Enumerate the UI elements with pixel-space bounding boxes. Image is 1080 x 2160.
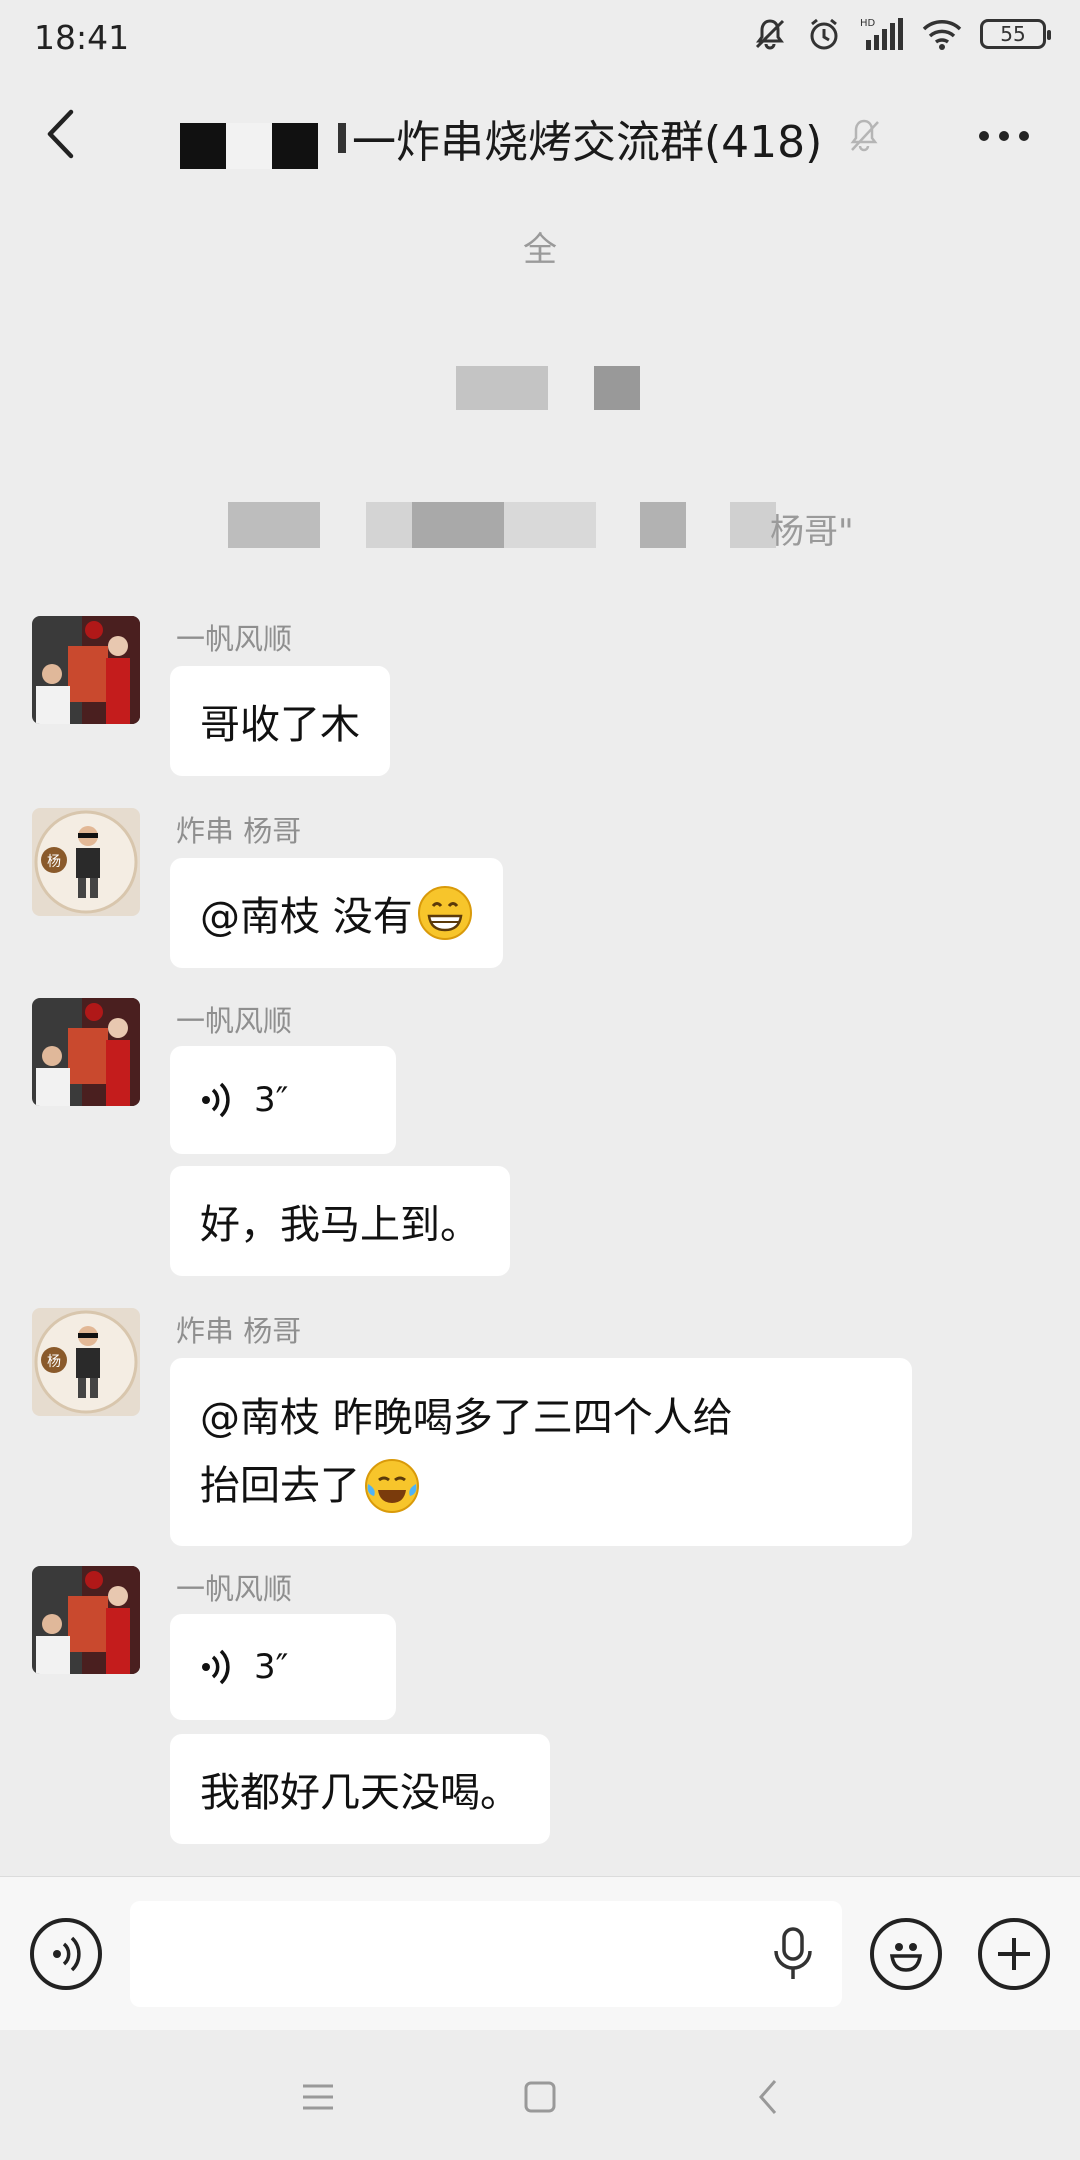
redacted-block: [456, 366, 548, 410]
svg-text:杨: 杨: [47, 854, 61, 870]
chat-title-area[interactable]: 一炸串烧烤交流群(418): [180, 106, 882, 170]
message-bubble[interactable]: @南枝 昨晚喝多了三四个人给 抬回去了: [170, 1358, 912, 1546]
svg-text:HD: HD: [860, 18, 876, 29]
voice-wave-icon: [202, 1082, 230, 1118]
signal-icon: HD: [860, 16, 904, 52]
status-icons: HD 55: [752, 16, 1051, 52]
avatar[interactable]: [32, 998, 140, 1106]
sender-name: 一帆风顺: [176, 1004, 293, 1038]
back-chevron-icon: [759, 2080, 777, 2114]
chat-header: 一炸串烧烤交流群(418): [0, 76, 1080, 204]
home-square-icon: [524, 2081, 556, 2113]
sender-name: 炸串 杨哥: [176, 1314, 302, 1348]
redacted-title-part: [180, 123, 226, 169]
sender-name: 炸串 杨哥: [176, 814, 302, 848]
tears-of-joy-icon: [365, 1459, 419, 1513]
emoji-button[interactable]: [870, 1918, 942, 1990]
message-text: 抬回去了: [200, 1463, 360, 1509]
message-bubble[interactable]: 哥收了木: [170, 666, 390, 776]
redacted-block: [640, 502, 686, 548]
avatar[interactable]: 杨: [32, 808, 140, 916]
message-text: 好，我马上到。: [200, 1202, 480, 1248]
status-bar: 18:41 HD 55: [0, 0, 1080, 76]
chat-title: 一炸串烧烤交流群(418): [352, 117, 823, 168]
menu-icon: [303, 2084, 333, 2110]
message-text: @南枝 没有: [200, 894, 413, 940]
notification-muted-icon: [752, 16, 788, 52]
message-text-line: @南枝 昨晚喝多了三四个人给: [200, 1395, 733, 1441]
system-message-fragment: 杨哥": [770, 512, 854, 552]
redacted-block: [366, 502, 412, 548]
redacted-block: [594, 366, 640, 410]
nav-menu-button[interactable]: [290, 2072, 346, 2122]
sender-name: 一帆风顺: [176, 1572, 293, 1606]
plus-icon: [998, 1938, 1030, 1970]
redacted-block: [412, 502, 504, 548]
nav-back-button[interactable]: [740, 2072, 796, 2122]
wifi-icon: [922, 17, 962, 51]
message-bubble[interactable]: 好，我马上到。: [170, 1166, 510, 1276]
more-dots-icon: [979, 131, 1029, 141]
redacted-title-part: [226, 123, 272, 169]
avatar[interactable]: [32, 616, 140, 724]
message-input[interactable]: [130, 1901, 842, 2007]
voice-wave-icon: [202, 1649, 230, 1685]
input-bar: [0, 1876, 1080, 2031]
message-bubble[interactable]: @南枝 没有: [170, 858, 503, 968]
mute-bell-icon: [846, 116, 882, 160]
message-text: 我都好几天没喝。: [200, 1770, 520, 1816]
avatar[interactable]: 杨: [32, 1308, 140, 1416]
battery-indicator: 55: [980, 19, 1051, 49]
voice-message-bubble[interactable]: 3″: [170, 1614, 396, 1720]
voice-message-bubble[interactable]: 3″: [170, 1046, 396, 1154]
more-options-button[interactable]: [974, 116, 1034, 156]
voice-wave-icon: [53, 1936, 81, 1972]
redacted-title-part: [272, 123, 318, 169]
voice-duration: 3″: [254, 1080, 289, 1120]
redacted-block: [504, 502, 596, 548]
nav-home-button[interactable]: [512, 2072, 568, 2122]
sender-name: 一帆风顺: [176, 622, 293, 656]
microphone-icon[interactable]: [772, 1927, 814, 1985]
svg-text:杨: 杨: [47, 1354, 61, 1370]
voice-duration: 3″: [254, 1647, 289, 1687]
message-bubble[interactable]: 我都好几天没喝。: [170, 1734, 550, 1844]
voice-input-toggle-button[interactable]: [30, 1918, 102, 1990]
system-nav-bar: [0, 2030, 1080, 2160]
message-text-line: 抬回去了: [200, 1452, 882, 1520]
grinning-face-icon: [417, 886, 472, 940]
redacted-block: [228, 502, 320, 548]
message-text: 哥收了木: [200, 702, 360, 748]
back-button[interactable]: [30, 104, 90, 164]
status-time: 18:41: [34, 18, 130, 57]
avatar[interactable]: [32, 1566, 140, 1674]
more-functions-button[interactable]: [978, 1918, 1050, 1990]
redacted-title-part: [338, 123, 346, 153]
back-arrow-icon: [47, 109, 74, 159]
system-message-line: 全: [523, 230, 557, 270]
alarm-icon: [806, 16, 842, 52]
smiley-icon: [889, 1943, 923, 1972]
